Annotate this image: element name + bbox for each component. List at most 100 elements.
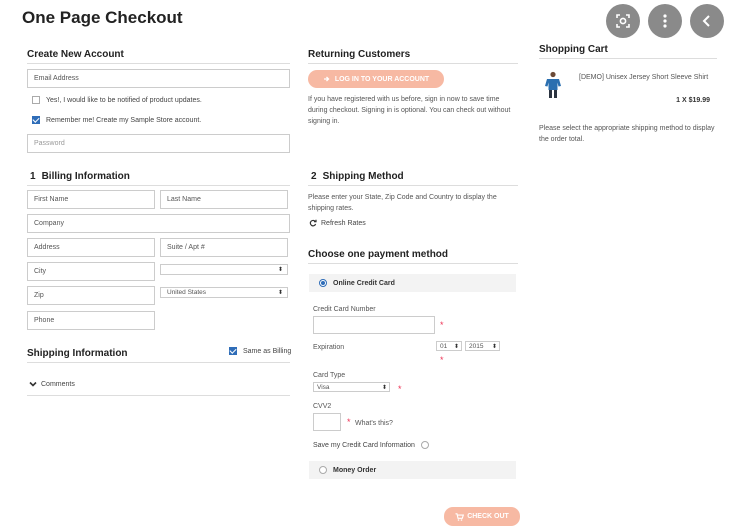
card-number-field[interactable] [313,316,435,334]
checkout-button[interactable]: CHECK OUT [444,507,520,526]
cart-icon [455,512,465,521]
address-field[interactable]: Address [27,238,155,257]
login-icon [323,76,330,82]
exp-month-select[interactable]: 01 ⬍ [436,341,462,351]
select-arrows-icon: ⬍ [453,343,459,350]
returning-info: If you have registered with us before, s… [308,96,511,125]
billing-heading-text: Billing Information [41,171,130,182]
cart-shipping-note: Please select the appropriate shipping m… [539,125,715,143]
exp-year-value: 2015 [469,342,484,350]
last-name-field[interactable]: Last Name [160,190,288,209]
divider [539,58,717,59]
credit-card-label: Online Credit Card [333,279,395,287]
divider [308,185,518,186]
cart-item-qty-price: 1 X $19.99 [676,97,710,104]
email-placeholder: Email Address [34,75,79,82]
cvv-field[interactable] [313,413,341,431]
card-type-value: Visa [317,383,330,391]
email-field[interactable]: Email Address [27,69,290,88]
back-button[interactable] [690,4,724,38]
card-number-label: Credit Card Number [313,306,376,313]
remember-checkbox-row[interactable]: Remember me! Create my Sample Store acco… [32,116,201,124]
zip-field[interactable]: Zip [27,286,155,305]
first-name-field[interactable]: First Name [27,190,155,209]
more-options-button[interactable] [648,4,682,38]
remember-checkbox[interactable] [32,116,40,124]
address-placeholder: Address [34,244,60,251]
phone-field[interactable]: Phone [27,311,155,330]
page-title: One Page Checkout [22,8,183,27]
suite-field[interactable]: Suite / Apt # [160,238,288,257]
lens-button[interactable] [606,4,640,38]
more-vert-icon [663,14,667,28]
card-type-label: Card Type [313,372,346,379]
exp-year-select[interactable]: 2015 ⬍ [465,341,500,351]
notify-label: Yes!, I would like to be notified of pro… [46,96,202,104]
exp-month-value: 01 [440,342,448,350]
whats-this-link[interactable]: What's this? [355,418,393,429]
returning-heading: Returning Customers [308,49,411,60]
money-order-radio[interactable] [319,466,327,474]
select-arrows-icon: ⬍ [277,267,283,273]
same-as-billing-label: Same as Billing [243,347,292,355]
billing-step-number: 1 [30,171,36,182]
suite-placeholder: Suite / Apt # [167,244,205,251]
create-account-heading: Create New Account [27,49,124,60]
country-select[interactable]: United States ⬍ [160,287,288,298]
select-arrows-icon: ⬍ [277,290,283,296]
chevron-left-icon [702,15,710,27]
save-card-label: Save my Credit Card Information [313,441,415,449]
company-field[interactable]: Company [27,214,290,233]
zip-placeholder: Zip [34,292,44,299]
card-type-select[interactable]: Visa ⬍ [313,382,390,392]
save-card-checkbox[interactable] [420,441,429,449]
phone-placeholder: Phone [34,317,55,324]
credit-card-option[interactable]: Online Credit Card [309,274,516,292]
expiration-label: Expiration [313,344,345,351]
product-thumbnail[interactable] [544,71,562,99]
required-marker: * [440,320,444,330]
chevron-down-icon [29,381,37,387]
country-value: United States [167,289,207,296]
credit-card-radio[interactable] [319,279,327,287]
shipping-method-heading-text: Shipping Method [322,171,404,182]
checkout-button-label: CHECK OUT [467,513,509,520]
password-placeholder: Password [34,140,65,147]
required-marker: * [398,384,402,394]
comments-toggle[interactable]: Comments [29,380,75,388]
notify-checkbox-row[interactable]: Yes!, I would like to be notified of pro… [32,96,202,104]
password-field[interactable]: Password [27,134,290,153]
divider [308,63,518,64]
shipping-step-number: 2 [311,171,317,182]
save-card-row[interactable]: Save my Credit Card Information [313,441,429,449]
shipping-method-heading: 2 Shipping Method [311,171,404,182]
required-marker: * [347,417,351,427]
select-arrows-icon: ⬍ [491,343,497,350]
divider [308,263,518,264]
login-button-label: LOG IN TO YOUR ACCOUNT [334,75,430,83]
shipping-info-heading: Shipping Information [27,348,128,359]
refresh-icon [309,219,317,227]
comments-label: Comments [41,380,75,388]
refresh-rates-link[interactable]: Refresh Rates [309,219,366,227]
divider [27,395,290,396]
last-name-placeholder: Last Name [167,196,201,203]
billing-heading: 1 Billing Information [30,171,130,182]
cart-item-name[interactable]: [DEMO] Unisex Jersey Short Sleeve Shirt [579,72,719,83]
state-select[interactable]: ⬍ [160,264,288,275]
same-as-billing-row[interactable]: Same as Billing [229,347,291,355]
refresh-rates-label: Refresh Rates [321,219,366,227]
lens-icon [616,14,630,28]
divider [27,63,290,64]
remember-label: Remember me! Create my Sample Store acco… [46,116,202,124]
city-field[interactable]: City [27,262,155,281]
same-as-billing-checkbox[interactable] [229,347,237,355]
divider [27,185,290,186]
shipping-method-info: Please enter your State, Zip Code and Co… [308,194,497,212]
money-order-option[interactable]: Money Order [309,461,516,479]
city-placeholder: City [34,268,47,275]
money-order-label: Money Order [333,466,377,474]
notify-checkbox[interactable] [32,96,40,104]
divider [27,362,290,363]
login-button[interactable]: LOG IN TO YOUR ACCOUNT [308,70,444,88]
